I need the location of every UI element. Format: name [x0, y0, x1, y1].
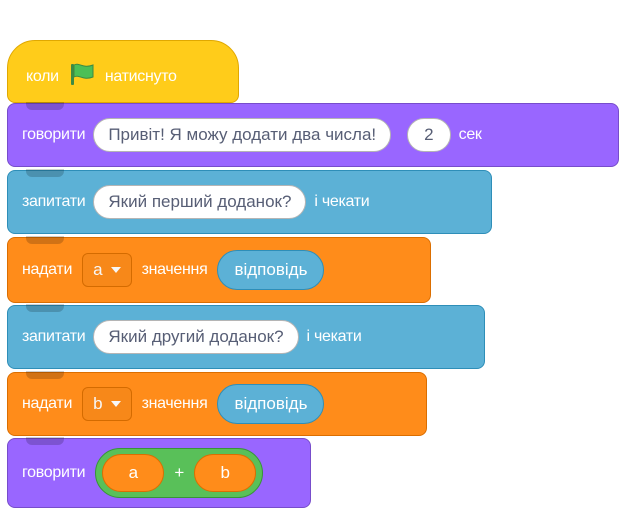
answer-reporter[interactable]: відповідь — [217, 250, 325, 290]
green-flag-icon — [69, 62, 95, 91]
and-wait-label: і чекати — [314, 193, 370, 210]
plus-operator: + — [174, 463, 185, 482]
set-label: надати — [22, 395, 73, 412]
when-label: коли — [26, 67, 59, 85]
say-seconds-input[interactable]: 2 — [407, 118, 451, 152]
variable-a-reporter[interactable]: a — [102, 454, 165, 492]
when-flag-clicked-block[interactable]: коли натиснуто — [7, 40, 239, 103]
say-label: говорити — [22, 126, 86, 143]
value-label: значення — [141, 261, 208, 278]
block-notch — [26, 169, 64, 177]
ask-first-question-input[interactable]: Який перший доданок? — [93, 185, 307, 219]
block-notch — [26, 102, 64, 110]
say-for-secs-block[interactable]: говорити Привіт! Я можу додати два числа… — [7, 102, 619, 167]
caret-down-icon — [110, 267, 121, 273]
variable-b-dropdown[interactable]: b — [82, 387, 132, 421]
answer-reporter[interactable]: відповідь — [217, 384, 325, 424]
variable-b-name: b — [93, 394, 103, 413]
variable-b-reporter[interactable]: b — [194, 454, 257, 492]
say-message-input[interactable]: Привіт! Я можу додати два числа! — [93, 118, 392, 152]
block-notch — [26, 236, 64, 244]
block-notch — [26, 304, 64, 312]
ask-first-block[interactable]: запитати Який перший доданок? і чекати — [7, 169, 492, 234]
ask-second-question-input[interactable]: Який другий доданок? — [93, 320, 299, 354]
say-block[interactable]: говорити a + b — [7, 437, 311, 508]
block-notch — [26, 437, 64, 445]
clicked-label: натиснуто — [104, 67, 177, 85]
set-label: надати — [22, 261, 73, 278]
block-notch — [26, 371, 64, 379]
ask-second-block[interactable]: запитати Який другий доданок? і чекати — [7, 304, 485, 369]
set-a-block[interactable]: надати a значення відповідь — [7, 236, 431, 303]
value-label: значення — [141, 395, 208, 412]
caret-down-icon — [110, 401, 121, 407]
seconds-unit-label: сек — [458, 126, 482, 143]
ask-label: запитати — [22, 193, 86, 210]
say-label: говорити — [22, 464, 86, 481]
variable-a-dropdown[interactable]: a — [82, 253, 132, 287]
add-operator-reporter[interactable]: a + b — [95, 448, 264, 498]
ask-label: запитати — [22, 328, 86, 345]
set-b-block[interactable]: надати b значення відповідь — [7, 371, 427, 436]
and-wait-label: і чекати — [306, 328, 362, 345]
variable-a-name: a — [93, 260, 103, 279]
